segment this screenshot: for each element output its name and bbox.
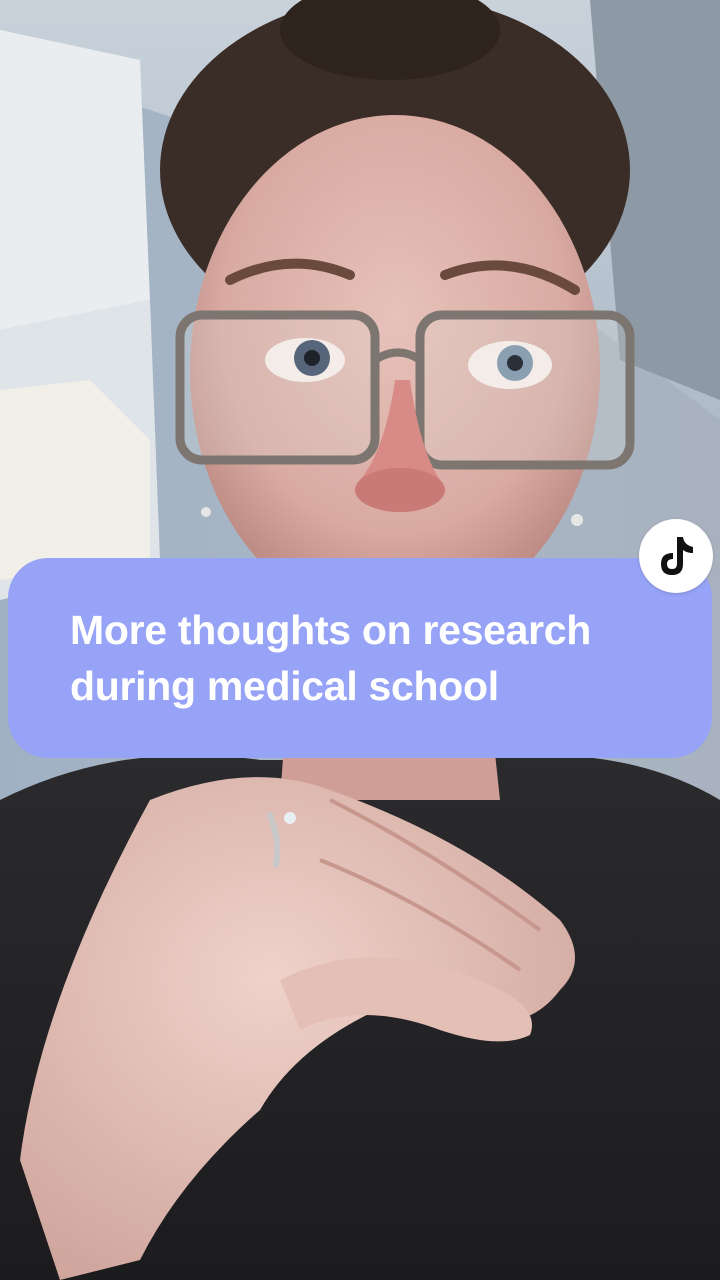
- tiktok-logo-icon: [661, 537, 693, 575]
- caption-text: More thoughts on research during medical…: [70, 607, 592, 709]
- video-frame: More thoughts on research during medical…: [0, 0, 720, 1280]
- tiktok-logo-badge: [639, 519, 713, 593]
- caption-bubble: More thoughts on research during medical…: [8, 558, 712, 758]
